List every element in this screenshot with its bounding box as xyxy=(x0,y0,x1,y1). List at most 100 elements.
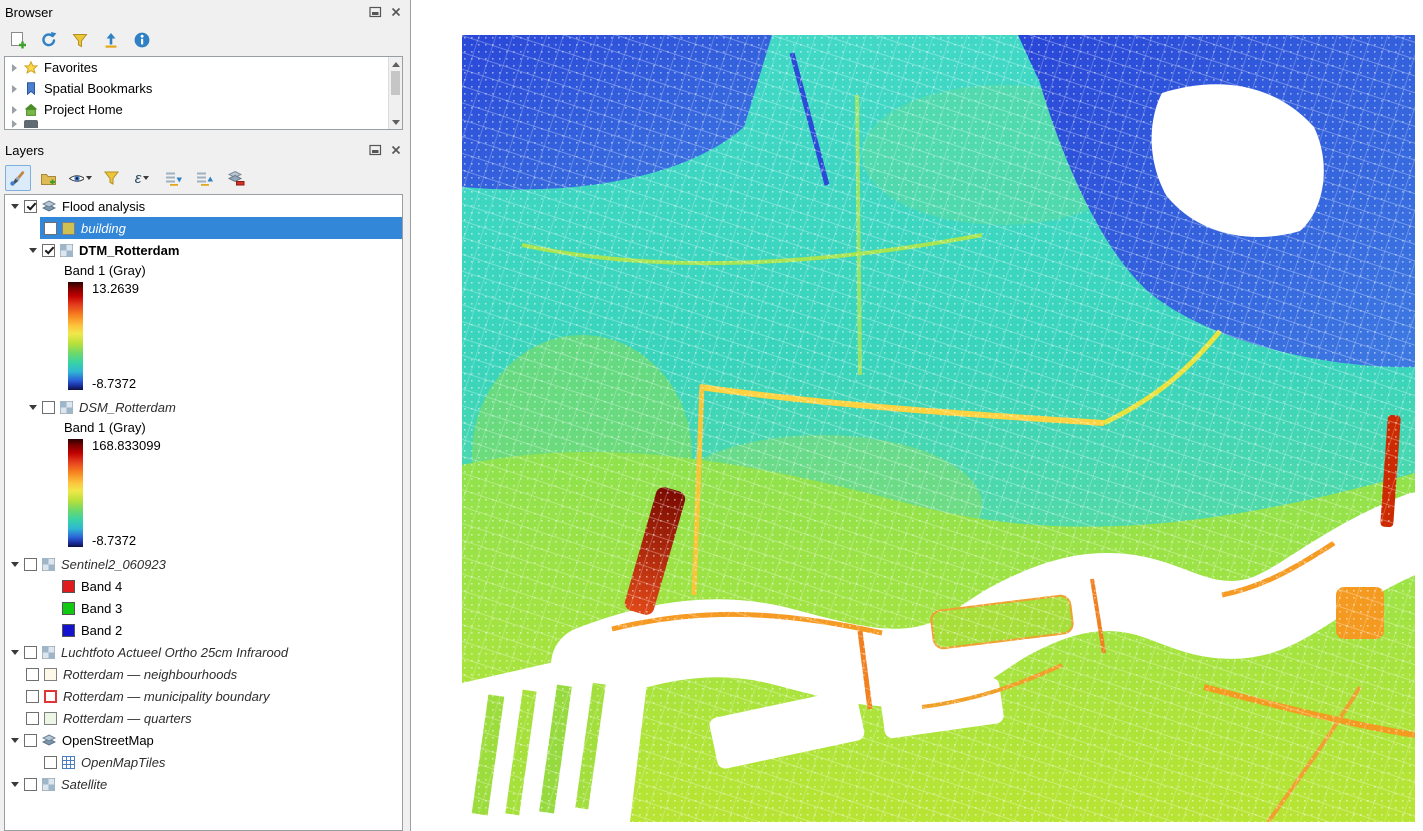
collapse-arrow-icon[interactable] xyxy=(29,248,37,253)
layer-label: building xyxy=(80,221,126,236)
browser-item-spatial-bookmarks[interactable]: Spatial Bookmarks xyxy=(5,78,402,99)
scrollbar-thumb[interactable] xyxy=(391,71,400,95)
layer-row-dsm-rotterdam[interactable]: DSM_Rotterdam xyxy=(5,396,402,418)
layer-row-openmaptiles[interactable]: OpenMapTiles xyxy=(5,751,402,773)
browser-item-partial[interactable] xyxy=(5,120,402,128)
browser-item-label: Spatial Bookmarks xyxy=(43,81,152,96)
collapse-all-button[interactable] xyxy=(191,165,217,191)
layers-panel-header: Layers xyxy=(0,138,410,162)
expand-right-icon xyxy=(12,120,17,128)
group-icon xyxy=(42,200,56,213)
add-layer-button[interactable] xyxy=(5,27,31,53)
layer-row-luchtfoto[interactable]: Luchtfoto Actueel Ortho 25cm Infrarood xyxy=(5,641,402,663)
layers-dock-button[interactable] xyxy=(367,143,383,158)
filter-icon xyxy=(71,32,89,49)
layer-row-building[interactable]: building xyxy=(5,217,402,239)
left-dock: Browser xyxy=(0,0,411,831)
expand-right-icon[interactable] xyxy=(12,64,17,72)
clipped-item-icon xyxy=(24,120,38,128)
filter-legend-button[interactable] xyxy=(98,165,124,191)
collapse-all-icon xyxy=(195,170,214,187)
layer-checkbox[interactable] xyxy=(24,558,37,571)
properties-icon xyxy=(133,31,151,49)
layer-checkbox[interactable] xyxy=(24,734,37,747)
layer-row-flood-analysis[interactable]: Flood analysis xyxy=(5,195,402,217)
dropdown-caret-icon xyxy=(143,176,149,180)
tile-grid-icon xyxy=(62,756,75,769)
remove-layer-button[interactable] xyxy=(222,165,248,191)
layer-checkbox[interactable] xyxy=(42,244,55,257)
browser-scrollbar[interactable] xyxy=(388,57,402,129)
layers-close-button[interactable] xyxy=(388,143,404,158)
layer-row-sentinel2[interactable]: Sentinel2_060923 xyxy=(5,553,402,575)
dock-icon xyxy=(369,6,382,18)
collapse-all-browser-button[interactable] xyxy=(98,27,124,53)
scroll-up-button[interactable] xyxy=(389,57,403,71)
layer-row-neighbourhoods[interactable]: Rotterdam — neighbourhoods xyxy=(5,663,402,685)
browser-panel-title: Browser xyxy=(5,5,362,20)
collapse-arrow-icon[interactable] xyxy=(11,782,19,787)
layer-label: Rotterdam — quarters xyxy=(62,711,192,726)
dsm-band-label: Band 1 (Gray) xyxy=(5,418,402,437)
expression-filter-button[interactable]: ε xyxy=(129,165,155,191)
map-canvas[interactable] xyxy=(411,0,1423,831)
browser-item-favorites[interactable]: Favorites xyxy=(5,57,402,78)
filter-browser-button[interactable] xyxy=(67,27,93,53)
expand-all-button[interactable] xyxy=(160,165,186,191)
browser-dock-button[interactable] xyxy=(367,5,383,20)
add-layer-icon xyxy=(9,31,28,50)
layer-checkbox[interactable] xyxy=(42,401,55,414)
scroll-down-button[interactable] xyxy=(389,115,403,129)
collapse-arrow-icon[interactable] xyxy=(11,738,19,743)
map-themes-button[interactable] xyxy=(67,165,93,191)
scrollbar-track[interactable] xyxy=(389,71,402,115)
dtm-band-label: Band 1 (Gray) xyxy=(5,261,402,280)
layer-checkbox[interactable] xyxy=(24,200,37,213)
dtm-color-ramp: 13.2639 -8.7372 xyxy=(5,280,402,396)
layer-styling-icon xyxy=(9,169,27,187)
layer-styling-button[interactable] xyxy=(5,165,31,191)
layer-row-quarters[interactable]: Rotterdam — quarters xyxy=(5,707,402,729)
layer-checkbox[interactable] xyxy=(24,646,37,659)
expand-right-icon[interactable] xyxy=(12,85,17,93)
refresh-button[interactable] xyxy=(36,27,62,53)
layer-row-openstreetmap[interactable]: OpenStreetMap xyxy=(5,729,402,751)
collapse-arrow-icon[interactable] xyxy=(11,204,19,209)
layer-checkbox[interactable] xyxy=(26,712,39,725)
filter-legend-icon xyxy=(103,170,120,186)
layer-label: DTM_Rotterdam xyxy=(78,243,179,258)
layer-row-municipality-boundary[interactable]: Rotterdam — municipality boundary xyxy=(5,685,402,707)
layers-toolbar: ε xyxy=(0,162,410,194)
sentinel-band3-row: Band 3 xyxy=(5,597,402,619)
layer-row-dtm-rotterdam[interactable]: DTM_Rotterdam xyxy=(5,239,402,261)
raster-layer-icon xyxy=(60,244,73,257)
browser-close-button[interactable] xyxy=(388,5,404,20)
browser-panel-header: Browser xyxy=(0,0,410,24)
layers-tree: Flood analysis building DTM_Rotterdam Ba… xyxy=(4,194,403,831)
layer-checkbox[interactable] xyxy=(26,690,39,703)
band-color-swatch xyxy=(62,624,75,637)
ramp-max-value: 168.833099 xyxy=(92,439,161,452)
color-ramp-gradient xyxy=(68,439,83,547)
band-label: Band 1 (Gray) xyxy=(64,263,146,278)
layer-label: Rotterdam — neighbourhoods xyxy=(62,667,237,682)
layer-checkbox[interactable] xyxy=(26,668,39,681)
layer-checkbox[interactable] xyxy=(44,222,57,235)
layer-label: Satellite xyxy=(60,777,107,792)
add-group-icon xyxy=(40,170,58,187)
add-group-button[interactable] xyxy=(36,165,62,191)
expand-right-icon[interactable] xyxy=(12,106,17,114)
browser-tree: Favorites Spatial Bookmarks Project Home xyxy=(4,56,403,130)
layer-row-satellite[interactable]: Satellite xyxy=(5,773,402,795)
layer-label: Rotterdam — municipality boundary xyxy=(62,689,270,704)
raster-layer-icon xyxy=(42,646,55,659)
color-ramp-gradient xyxy=(68,282,83,390)
layer-checkbox[interactable] xyxy=(24,778,37,791)
collapse-arrow-icon[interactable] xyxy=(29,405,37,410)
properties-button[interactable] xyxy=(129,27,155,53)
browser-item-project-home[interactable]: Project Home xyxy=(5,99,402,120)
collapse-arrow-icon[interactable] xyxy=(11,650,19,655)
collapse-arrow-icon[interactable] xyxy=(11,562,19,567)
layer-checkbox[interactable] xyxy=(44,756,57,769)
layer-label: OpenMapTiles xyxy=(80,755,165,770)
